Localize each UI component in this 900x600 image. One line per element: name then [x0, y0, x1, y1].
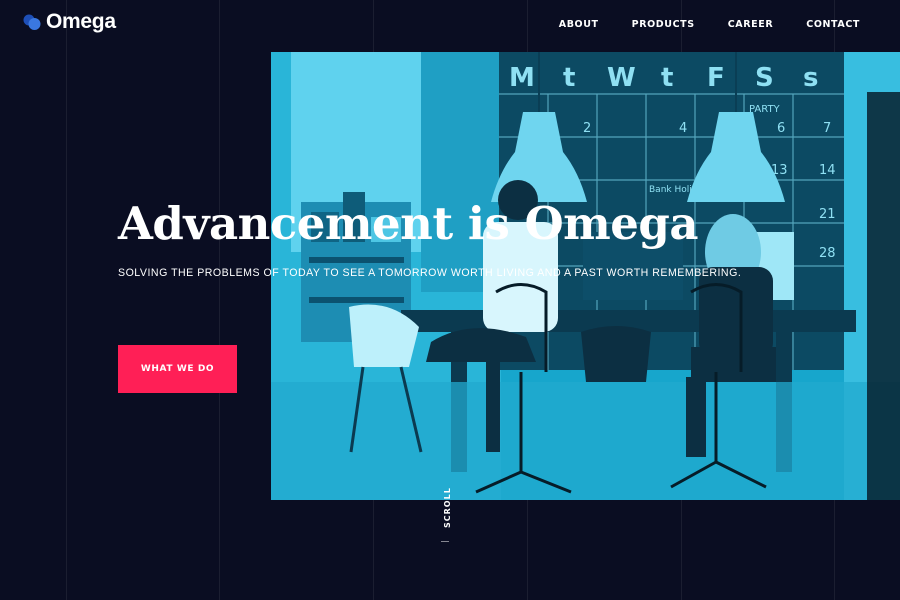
brand-name: Omega	[46, 10, 116, 33]
nav-contact[interactable]: CONTACT	[806, 19, 860, 30]
board-number: 21	[819, 207, 836, 222]
scroll-line	[441, 541, 449, 542]
hero-headline: Advancement is Omega	[118, 197, 699, 250]
board-number: 28	[819, 246, 836, 261]
board-letter: t	[661, 63, 673, 93]
board-number: 2	[583, 121, 591, 136]
board-letter: M	[509, 63, 535, 93]
hero-subheadline: SOLVING THE PROBLEMS OF TODAY TO SEE A T…	[118, 267, 742, 279]
board-number: 14	[819, 163, 836, 178]
board-letter: F	[707, 63, 725, 93]
main-nav: ABOUT PRODUCTS CAREER CONTACT	[559, 19, 860, 30]
board-number: 6	[777, 121, 785, 136]
board-letter: S	[755, 63, 774, 93]
board-number: 4	[679, 121, 687, 136]
gridline	[66, 0, 67, 600]
nav-career[interactable]: CAREER	[728, 19, 774, 30]
site-header: Omega ABOUT PRODUCTS CAREER CONTACT	[0, 0, 900, 50]
blue-circles-logo-icon	[22, 12, 42, 32]
scroll-indicator[interactable]: SCROLL	[442, 487, 454, 528]
nav-products[interactable]: PRODUCTS	[632, 19, 695, 30]
what-we-do-button[interactable]: WHAT WE DO	[118, 345, 237, 393]
gridline	[219, 0, 220, 600]
board-letter: W	[607, 63, 636, 93]
board-number: 7	[823, 121, 831, 136]
board-letter: t	[563, 63, 575, 93]
board-letter: s	[803, 63, 818, 93]
nav-about[interactable]: ABOUT	[559, 19, 599, 30]
board-note: PARTY	[749, 104, 781, 115]
brand-logo-link[interactable]: Omega	[22, 10, 116, 34]
